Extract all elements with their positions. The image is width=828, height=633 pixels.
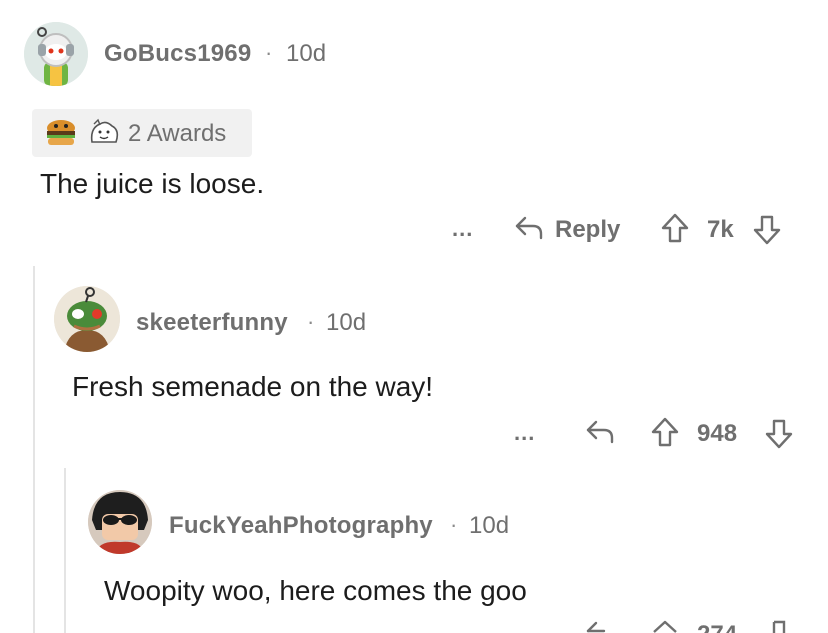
avatar-art [54, 286, 120, 352]
thread-line-level-2[interactable] [64, 468, 66, 633]
comment-body: The juice is loose. [40, 168, 265, 199]
wholesome-award-icon [90, 118, 119, 143]
reply-arrow-icon[interactable] [584, 418, 616, 446]
avatar-art [88, 490, 152, 554]
awards-badge[interactable]: 2 Awards [32, 109, 252, 157]
reply-arrow-icon[interactable] [584, 619, 616, 633]
comment-username[interactable]: skeeterfunny [136, 309, 288, 337]
comment-body: Fresh semenade on the way! [72, 371, 434, 402]
comment-body: Woopity woo, here comes the goo [104, 575, 527, 606]
vote-score-clip: 274 [697, 621, 757, 633]
vote-score: 274 [697, 621, 737, 633]
vote-score: 948 [697, 420, 738, 447]
reply-button[interactable]: Reply [555, 216, 620, 244]
meta-separator: · [307, 309, 315, 334]
more-options-button[interactable]: ... [514, 420, 535, 446]
upvote-icon[interactable] [650, 619, 680, 633]
anime-sunglasses-avatar[interactable] [88, 490, 152, 554]
upvote-icon[interactable] [650, 416, 680, 448]
reply-arrow-icon[interactable] [513, 214, 545, 242]
downvote-icon[interactable] [764, 418, 794, 450]
meta-separator: · [265, 40, 273, 65]
comment-age[interactable]: 10d [286, 40, 326, 68]
meta-separator: · [450, 512, 458, 537]
upvote-icon[interactable] [660, 212, 690, 244]
thread-line-level-1[interactable] [33, 266, 35, 633]
avatar-art [24, 22, 88, 86]
downvote-icon[interactable] [764, 619, 794, 633]
vote-score: 7k [707, 216, 734, 243]
snoo-goblin-avatar[interactable] [54, 286, 120, 352]
awards-count-label: 2 Awards [128, 120, 227, 147]
more-options-button[interactable]: ... [452, 216, 473, 242]
comment-age[interactable]: 10d [326, 309, 366, 337]
snoo-astronaut-avatar[interactable] [24, 22, 88, 86]
comment-username[interactable]: GoBucs1969 [104, 40, 251, 68]
downvote-icon[interactable] [752, 214, 782, 246]
burger-award-icon [47, 120, 75, 145]
comment-age[interactable]: 10d [469, 512, 509, 540]
comment-username[interactable]: FuckYeahPhotography [169, 512, 433, 540]
